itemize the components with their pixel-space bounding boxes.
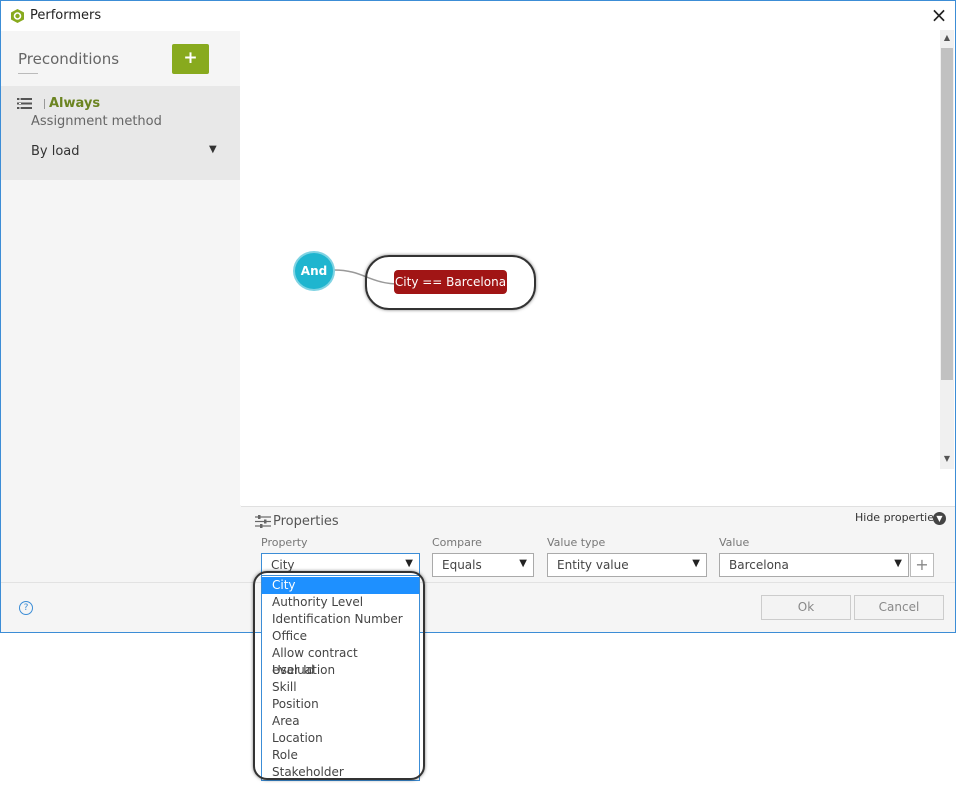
sliders-icon bbox=[255, 515, 271, 528]
close-icon[interactable]: × bbox=[927, 5, 951, 27]
chevron-down-circle-icon[interactable]: ▼ bbox=[933, 512, 946, 525]
add-precondition-button[interactable]: + bbox=[172, 44, 209, 74]
dropdown-option[interactable]: Authority Level bbox=[262, 594, 419, 611]
preconditions-title: Preconditions bbox=[18, 50, 120, 68]
and-node[interactable]: And bbox=[293, 251, 335, 291]
dropdown-option[interactable]: User Id bbox=[262, 662, 419, 679]
precondition-name: Always bbox=[49, 96, 101, 111]
title-underline bbox=[18, 73, 38, 74]
ok-button[interactable]: Ok bbox=[761, 595, 851, 620]
chevron-down-icon: ▼ bbox=[894, 558, 902, 569]
page: Performers × Preconditions + Always Assi… bbox=[0, 0, 956, 790]
list-icon bbox=[17, 98, 32, 109]
dropdown-option[interactable]: Stakeholder bbox=[262, 764, 419, 780]
property-dropdown-list[interactable]: City Authority Level Identification Number… bbox=[261, 575, 420, 781]
dropdown-option[interactable]: Location bbox=[262, 730, 419, 747]
scroll-up-arrow-icon[interactable]: ▲ bbox=[940, 33, 954, 42]
canvas-scrollbar[interactable]: ▲ ▼ bbox=[940, 30, 954, 469]
chevron-down-icon: ▼ bbox=[519, 558, 527, 569]
dropdown-option[interactable]: Allow contract evaluation bbox=[262, 645, 419, 677]
value-select-value: Barcelona bbox=[729, 558, 789, 572]
assignment-method-value[interactable]: By load bbox=[31, 144, 80, 159]
value-label: Value bbox=[719, 536, 750, 549]
dropdown-option[interactable]: City bbox=[262, 577, 419, 594]
chevron-down-icon: ▼ bbox=[692, 558, 700, 569]
app-logo-icon bbox=[11, 9, 24, 23]
assignment-method-label: Assignment method bbox=[31, 114, 162, 129]
compare-label: Compare bbox=[432, 536, 482, 549]
property-label: Property bbox=[261, 536, 308, 549]
dialog-footer: ? Ok Cancel bbox=[1, 582, 955, 632]
scroll-thumb[interactable] bbox=[941, 48, 953, 380]
value-type-label: Value type bbox=[547, 536, 606, 549]
title-bar: Performers × bbox=[1, 1, 955, 31]
value-select[interactable]: Barcelona ▼ bbox=[719, 553, 909, 577]
dropdown-option[interactable]: Area bbox=[262, 713, 419, 730]
chevron-down-icon: ▼ bbox=[405, 558, 413, 569]
window-title: Performers bbox=[30, 8, 102, 23]
precondition-item[interactable]: Always Assignment method By load ▼ bbox=[1, 86, 241, 180]
preconditions-sidebar: Preconditions + Always Assignment method… bbox=[1, 31, 241, 582]
cancel-button[interactable]: Cancel bbox=[854, 595, 944, 620]
dropdown-option[interactable]: Role bbox=[262, 747, 419, 764]
property-select-value: City bbox=[271, 558, 295, 572]
item-separator bbox=[44, 99, 45, 109]
dropdown-option[interactable]: Position bbox=[262, 696, 419, 713]
dropdown-option[interactable]: Identification Number bbox=[262, 611, 419, 628]
hide-properties-link[interactable]: Hide properties bbox=[855, 511, 940, 524]
condition-node[interactable]: City == Barcelona bbox=[394, 270, 507, 294]
dropdown-option[interactable]: Office bbox=[262, 628, 419, 645]
value-type-select[interactable]: Entity value ▼ bbox=[547, 553, 707, 577]
scroll-down-arrow-icon[interactable]: ▼ bbox=[940, 454, 954, 463]
compare-select[interactable]: Equals ▼ bbox=[432, 553, 534, 577]
chevron-down-icon[interactable]: ▼ bbox=[209, 144, 217, 155]
properties-panel: Properties Hide properties ▼ Property Ci… bbox=[241, 506, 955, 582]
properties-title: Properties bbox=[273, 514, 339, 529]
property-select[interactable]: City ▼ bbox=[261, 553, 420, 577]
dropdown-option[interactable]: Skill bbox=[262, 679, 419, 696]
compare-select-value: Equals bbox=[442, 558, 482, 572]
value-type-select-value: Entity value bbox=[557, 558, 629, 572]
help-icon[interactable]: ? bbox=[19, 601, 33, 615]
add-value-button[interactable]: + bbox=[910, 553, 934, 577]
